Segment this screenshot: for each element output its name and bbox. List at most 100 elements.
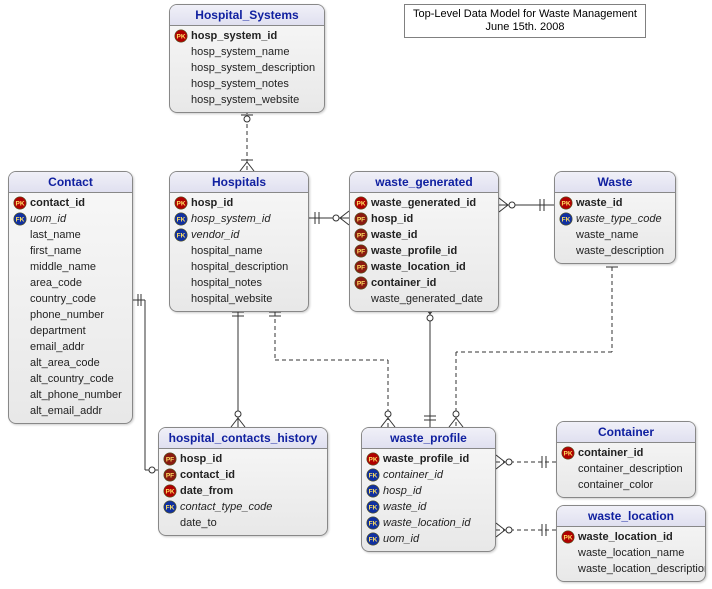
field-row: alt_email_addr bbox=[13, 403, 128, 419]
field-label: phone_number bbox=[30, 309, 104, 321]
field-row: waste_description bbox=[559, 243, 671, 259]
field-label: waste_description bbox=[576, 245, 664, 257]
svg-text:PK: PK bbox=[563, 535, 572, 542]
field-label: email_addr bbox=[30, 341, 84, 353]
field-label: waste_location_id bbox=[383, 517, 470, 529]
svg-text:PK: PK bbox=[165, 489, 174, 496]
svg-text:PK: PK bbox=[563, 451, 572, 458]
field-row: PKwaste_profile_id bbox=[366, 451, 491, 467]
field-label: department bbox=[30, 325, 86, 337]
entity-contact: ContactPKcontact_idFKuom_idlast_namefirs… bbox=[8, 171, 133, 424]
field-label: hosp_system_id bbox=[191, 30, 277, 42]
fk-key-icon: FK bbox=[366, 516, 380, 530]
entity-container: ContainerPKcontainer_idcontainer_descrip… bbox=[556, 421, 696, 498]
field-row: hosp_system_description bbox=[174, 60, 320, 76]
fk-key-icon: FK bbox=[13, 212, 27, 226]
field-row: PF hosp_id bbox=[163, 451, 323, 467]
field-row: PKwaste_location_id bbox=[561, 529, 701, 545]
entity-body: PKhosp_idFKhosp_system_idFKvendor_idhosp… bbox=[170, 193, 308, 311]
svg-text:FK: FK bbox=[177, 233, 186, 240]
field-label: country_code bbox=[30, 293, 96, 305]
field-label: contact_id bbox=[30, 197, 85, 209]
field-row: email_addr bbox=[13, 339, 128, 355]
svg-text:PF: PF bbox=[166, 457, 174, 464]
entity-body: PKwaste_generated_idPFhosp_idPFwaste_idP… bbox=[350, 193, 498, 311]
svg-text:FK: FK bbox=[562, 217, 571, 224]
field-label: container_id bbox=[371, 277, 436, 289]
pf-key-icon: PF bbox=[163, 468, 177, 482]
field-label: waste_location_id bbox=[371, 261, 466, 273]
field-row: FKwaste_id bbox=[366, 499, 491, 515]
field-label: middle_name bbox=[30, 261, 96, 273]
field-label: container_color bbox=[578, 479, 653, 491]
field-row: hosp_system_name bbox=[174, 44, 320, 60]
entity-name: Contact bbox=[48, 175, 93, 189]
field-label: hospital_description bbox=[191, 261, 288, 273]
field-label: alt_country_code bbox=[30, 373, 114, 385]
field-row: PFwaste_location_id bbox=[354, 259, 494, 275]
field-label: waste_generated_date bbox=[371, 293, 483, 305]
field-label: hosp_id bbox=[383, 485, 422, 497]
field-row: area_code bbox=[13, 275, 128, 291]
field-label: hospital_website bbox=[191, 293, 272, 305]
entity-body: PFhosp_idPFcontact_idPKdate_fromFKcontac… bbox=[159, 449, 327, 535]
entity-waste: WastePKwaste_idFKwaste_type_codewaste_na… bbox=[554, 171, 676, 264]
field-label: alt_area_code bbox=[30, 357, 100, 369]
field-row: FKcontainer_id bbox=[366, 467, 491, 483]
field-label: uom_id bbox=[30, 213, 66, 225]
entity-hospital_systems: Hospital_SystemsPKhosp_system_idhosp_sys… bbox=[169, 4, 325, 113]
field-label: waste_type_code bbox=[576, 213, 662, 225]
pk-key-icon: PK bbox=[163, 484, 177, 498]
field-row: alt_country_code bbox=[13, 371, 128, 387]
pk-key-icon: PK bbox=[561, 530, 575, 544]
svg-text:FK: FK bbox=[369, 473, 378, 480]
svg-text:PF: PF bbox=[357, 217, 365, 224]
field-label: container_id bbox=[578, 447, 643, 459]
entity-waste_profile: waste_profilePKwaste_profile_idFKcontain… bbox=[361, 427, 496, 552]
fk-key-icon: FK bbox=[366, 500, 380, 514]
field-row: waste_name bbox=[559, 227, 671, 243]
field-row: alt_phone_number bbox=[13, 387, 128, 403]
field-row: FK waste_type_code bbox=[559, 211, 671, 227]
field-label: alt_phone_number bbox=[30, 389, 122, 401]
entity-waste_location: waste_location PKwaste_location_id waste_l… bbox=[556, 505, 706, 582]
field-row: FKcontact_type_code bbox=[163, 499, 323, 515]
field-row: hosp_system_website bbox=[174, 92, 320, 108]
field-label: waste_name bbox=[576, 229, 638, 241]
svg-text:PK: PK bbox=[368, 457, 377, 464]
field-row: FKuom_id bbox=[13, 211, 128, 227]
field-row: container_color bbox=[561, 477, 691, 493]
pk-key-icon: PK bbox=[561, 446, 575, 460]
entity-name: waste_location bbox=[588, 509, 674, 523]
field-row: PFhosp_id bbox=[354, 211, 494, 227]
field-row: waste_location_description bbox=[561, 561, 701, 577]
pf-key-icon: PF bbox=[354, 244, 368, 258]
field-label: hosp_system_description bbox=[191, 62, 315, 74]
field-label: area_code bbox=[30, 277, 82, 289]
field-row: PFwaste_id bbox=[354, 227, 494, 243]
field-label: waste_location_description bbox=[578, 563, 706, 575]
field-row: PFcontainer_id bbox=[354, 275, 494, 291]
pf-key-icon: PF bbox=[354, 228, 368, 242]
field-row: alt_area_code bbox=[13, 355, 128, 371]
entity-header: hospital_contacts_history bbox=[159, 428, 327, 449]
pk-key-icon: PK bbox=[366, 452, 380, 466]
pk-key-icon: PK bbox=[354, 196, 368, 210]
field-row: first_name bbox=[13, 243, 128, 259]
svg-text:PK: PK bbox=[561, 201, 570, 208]
entity-body: PKcontainer_idcontainer_descriptionconta… bbox=[557, 443, 695, 497]
field-label: uom_id bbox=[383, 533, 419, 545]
field-row: hospital_notes bbox=[174, 275, 304, 291]
field-label: waste_id bbox=[576, 197, 622, 209]
entity-body: PK waste_id FK waste_type_code waste_namewas… bbox=[555, 193, 675, 263]
field-label: date_from bbox=[180, 485, 233, 497]
field-label: hosp_id bbox=[180, 453, 222, 465]
field-label: alt_email_addr bbox=[30, 405, 102, 417]
field-label: waste_id bbox=[371, 229, 417, 241]
svg-text:FK: FK bbox=[177, 217, 186, 224]
field-row: PK date_from bbox=[163, 483, 323, 499]
field-row: FKwaste_location_id bbox=[366, 515, 491, 531]
svg-text:FK: FK bbox=[369, 505, 378, 512]
fk-key-icon: FK bbox=[559, 212, 573, 226]
field-label: date_to bbox=[180, 517, 217, 529]
